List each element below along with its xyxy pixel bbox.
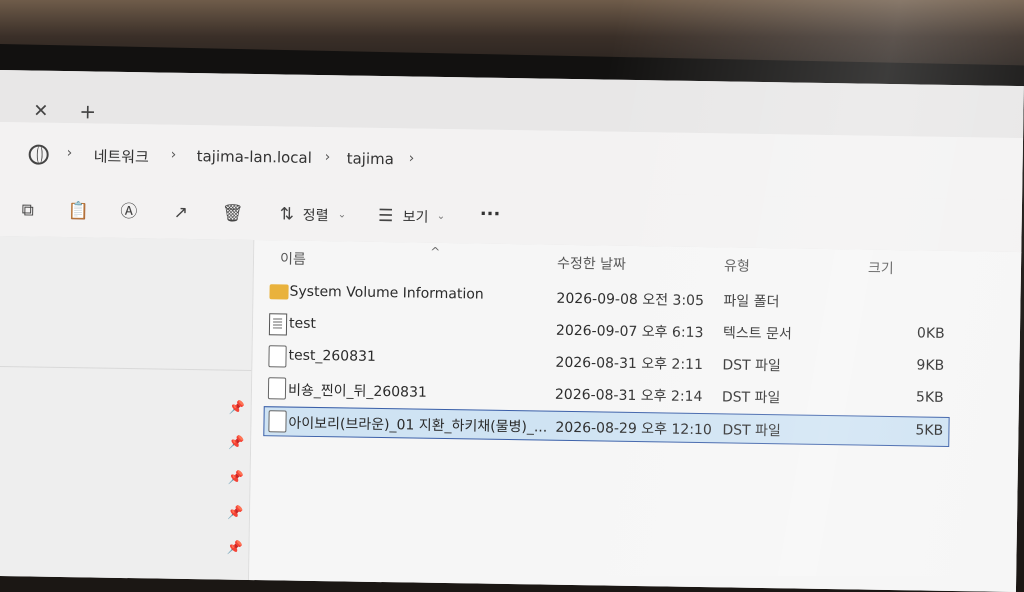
file-type: DST 파일 bbox=[721, 389, 781, 407]
file-name: System Volume Information bbox=[289, 283, 484, 303]
new-tab-button[interactable]: + bbox=[79, 99, 96, 123]
file-name: test bbox=[288, 315, 317, 332]
file-icon bbox=[268, 410, 287, 433]
file-list: 이름 ^ 수정한 날짜 유형 크기 System Volume Informat… bbox=[249, 240, 1022, 592]
column-header-type[interactable]: 유형 bbox=[724, 255, 750, 275]
file-size: 0KB bbox=[916, 325, 945, 342]
file-type: 텍스트 문서 bbox=[722, 325, 792, 343]
file-icon bbox=[268, 345, 287, 368]
file-size: 5KB bbox=[915, 422, 944, 439]
pin-icon[interactable]: 📌 bbox=[227, 471, 243, 486]
navigation-pane: 📌 📌 📌 📌 📌 bbox=[0, 235, 255, 580]
column-name-label: 이름 bbox=[279, 251, 306, 268]
file-name: test_260831 bbox=[288, 347, 377, 365]
file-type: 파일 폴더 bbox=[723, 293, 780, 311]
chevron-right-icon[interactable]: › bbox=[409, 150, 415, 166]
pin-icon[interactable]: 📌 bbox=[228, 436, 244, 451]
breadcrumb-host[interactable]: tajima-lan.local bbox=[197, 147, 312, 167]
network-globe-icon[interactable] bbox=[28, 144, 49, 165]
chevron-right-icon[interactable]: › bbox=[67, 145, 73, 161]
text-file-icon bbox=[268, 313, 288, 336]
file-size: 5KB bbox=[915, 389, 944, 406]
file-date: 2026-09-07 오후 6:13 bbox=[555, 322, 704, 342]
delete-icon[interactable]: 🗑 bbox=[222, 204, 244, 224]
paste-icon[interactable]: 📋 bbox=[68, 201, 89, 221]
file-type: DST 파일 bbox=[722, 357, 782, 375]
chevron-down-icon[interactable]: ⌄ bbox=[338, 209, 347, 220]
pin-icon[interactable]: 📌 bbox=[229, 401, 245, 416]
pin-icon[interactable]: 📌 bbox=[227, 506, 243, 521]
copy-icon[interactable]: ⧉ bbox=[18, 200, 38, 220]
file-date: 2026-08-31 오후 2:14 bbox=[554, 386, 703, 406]
sort-button[interactable]: 정렬 bbox=[303, 205, 329, 225]
file-explorer-window: ✕ + › 네트워크 › tajima-lan.local › tajima ›… bbox=[0, 70, 1024, 592]
folder-icon bbox=[269, 284, 289, 300]
close-tab-button[interactable]: ✕ bbox=[33, 101, 48, 122]
sort-arrows-icon[interactable]: ⇅ bbox=[277, 204, 297, 224]
sidebar-divider bbox=[0, 365, 252, 371]
chevron-down-icon[interactable]: ⌄ bbox=[437, 211, 446, 222]
column-header-date[interactable]: 수정한 날짜 bbox=[557, 253, 626, 274]
breadcrumb-folder[interactable]: tajima bbox=[347, 149, 394, 168]
chevron-right-icon[interactable]: › bbox=[171, 147, 177, 163]
file-date: 2026-08-31 오후 2:11 bbox=[555, 354, 704, 374]
rename-icon[interactable]: Ⓐ bbox=[119, 202, 139, 222]
breadcrumb-network[interactable]: 네트워크 bbox=[93, 145, 149, 167]
file-date: 2026-08-29 오후 12:10 bbox=[555, 419, 712, 439]
file-date: 2026-09-08 오전 3:05 bbox=[556, 290, 705, 310]
more-options-button[interactable]: ··· bbox=[480, 204, 501, 225]
pin-icon[interactable]: 📌 bbox=[226, 541, 242, 556]
chevron-right-icon[interactable]: › bbox=[325, 149, 331, 165]
table-row-selected[interactable]: 아이보리(브라운)_01 지환_하키채(물병)_... 2026-08-29 오… bbox=[263, 406, 950, 447]
view-button[interactable]: 보기 bbox=[403, 206, 429, 226]
sort-caret-icon: ^ bbox=[430, 244, 441, 259]
file-type: DST 파일 bbox=[722, 422, 781, 440]
file-name: 아이보리(브라운)_01 지환_하키채(물병)_... bbox=[288, 415, 548, 436]
view-list-icon[interactable]: ☰ bbox=[376, 206, 396, 226]
column-header-name[interactable]: 이름 ^ bbox=[279, 245, 440, 268]
file-icon bbox=[267, 377, 287, 400]
share-icon[interactable]: ↗ bbox=[171, 203, 191, 223]
file-size: 9KB bbox=[916, 357, 945, 374]
column-header-size[interactable]: 크기 bbox=[868, 258, 894, 278]
file-name: 비숑_찐이_뒤_260831 bbox=[287, 382, 427, 401]
